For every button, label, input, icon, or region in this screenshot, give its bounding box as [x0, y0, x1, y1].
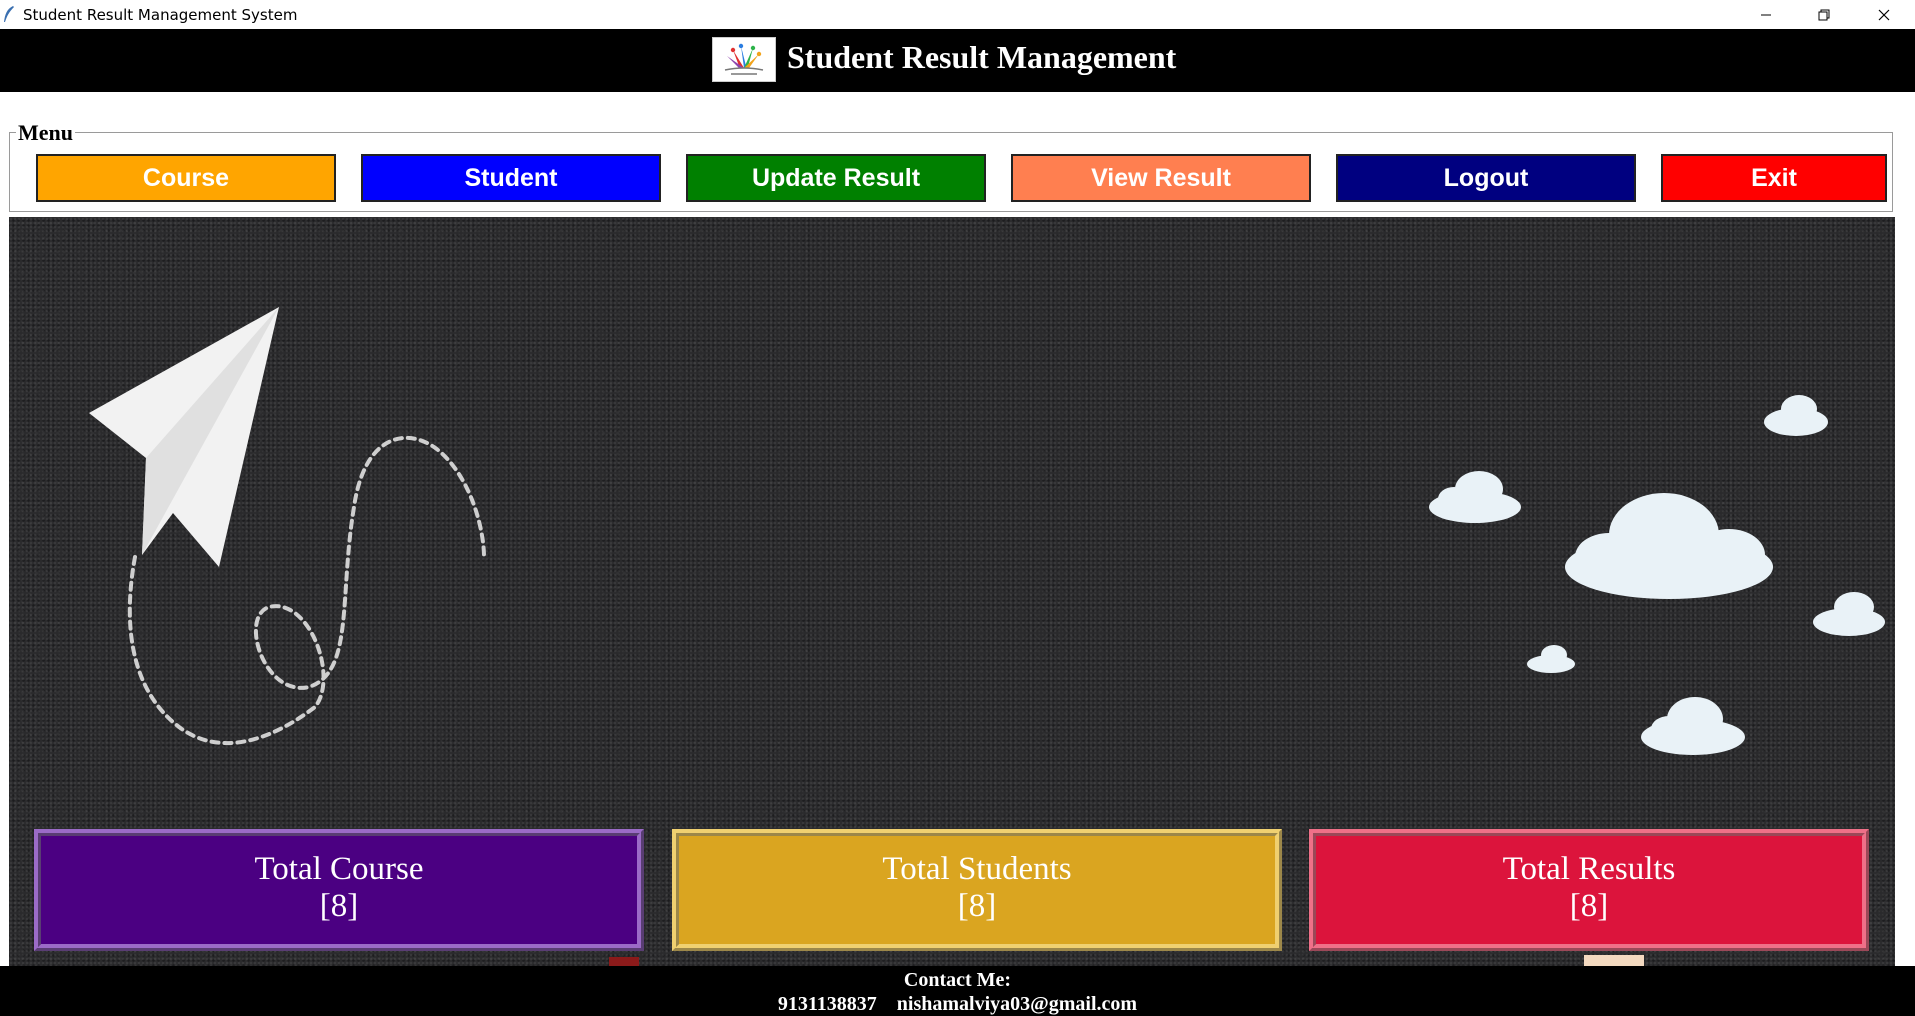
footer-contact-heading: Contact Me: [903, 969, 1012, 991]
menu-legend: Menu [16, 120, 75, 146]
update-result-button[interactable]: Update Result [686, 154, 986, 202]
minimize-button[interactable] [1737, 0, 1795, 29]
total-course-value: [8] [319, 888, 359, 924]
bottom-decor [609, 957, 639, 966]
course-button[interactable]: Course [36, 154, 336, 202]
exit-button[interactable]: Exit [1661, 154, 1887, 202]
feather-icon [4, 6, 14, 22]
app-header: Student Result Management [0, 29, 1915, 92]
close-icon [1878, 9, 1890, 20]
cloud-icon [1429, 395, 1885, 755]
window-title: Student Result Management System [23, 6, 298, 24]
logout-button[interactable]: Logout [1336, 154, 1636, 202]
total-students-card: Total Students [8] [672, 829, 1282, 951]
total-results-value: [8] [1569, 888, 1609, 924]
restore-icon [1818, 9, 1830, 20]
logo [712, 37, 776, 82]
footer-contact-details: 9131138837 nishamalviya03@gmail.com [777, 993, 1138, 1015]
total-students-label: Total Students [882, 851, 1072, 887]
view-result-button[interactable]: View Result [1011, 154, 1311, 202]
restore-button[interactable] [1795, 0, 1853, 29]
logo-icon [724, 43, 764, 75]
bottom-decor [1584, 955, 1644, 966]
paper-plane-icon [89, 307, 279, 567]
total-course-label: Total Course [254, 851, 424, 887]
total-results-card: Total Results [8] [1309, 829, 1869, 951]
close-button[interactable] [1855, 0, 1913, 29]
student-button[interactable]: Student [361, 154, 661, 202]
footer: Contact Me: 9131138837 nishamalviya03@gm… [0, 966, 1915, 1016]
total-course-card: Total Course [8] [34, 829, 644, 951]
minimize-icon [1761, 14, 1771, 15]
window-title-bar: Student Result Management System [0, 0, 1915, 30]
total-students-value: [8] [957, 888, 997, 924]
page-title: Student Result Management [787, 39, 1177, 75]
total-results-label: Total Results [1502, 851, 1676, 887]
